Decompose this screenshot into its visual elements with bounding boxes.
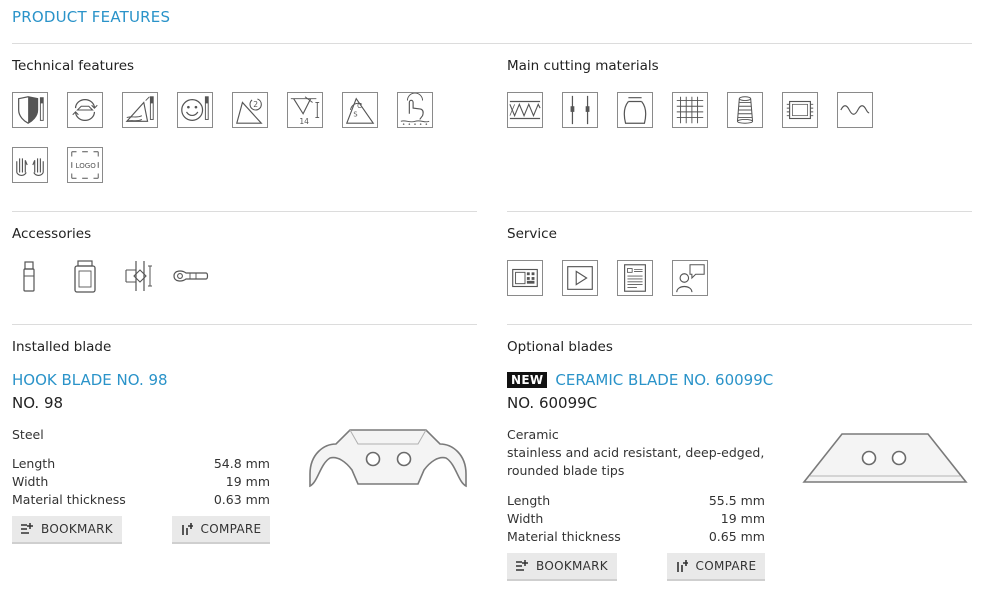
safety-shield-icon[interactable]: [12, 92, 48, 128]
spec-value: 54.8 mm: [213, 456, 270, 471]
spec-value: 0.65 mm: [708, 529, 765, 544]
installed-blade-title: Installed blade: [12, 339, 112, 355]
spec-label: Width: [12, 474, 49, 489]
compare-label: COMPARE: [695, 559, 757, 573]
accessories-title: Accessories: [12, 226, 92, 242]
spec-row-length: Length 55.5 mm: [507, 492, 765, 510]
spec-row-material-thickness: Material thickness 0.65 mm: [507, 528, 765, 546]
bookmark-add-icon: [21, 523, 34, 535]
compare-icon: [676, 560, 688, 572]
depth-label: 14: [299, 117, 309, 126]
page-title: PRODUCT FEATURES: [12, 8, 171, 26]
bookmark-add-icon: [516, 560, 529, 572]
logo-label: LOGO: [76, 161, 97, 170]
spec-row-length: Length 54.8 mm: [12, 455, 270, 473]
video-gallery-icon[interactable]: [507, 260, 543, 296]
installed-blade-material: Steel: [12, 427, 44, 442]
spec-value: 55.5 mm: [708, 493, 765, 508]
touch-surface-icon[interactable]: [397, 92, 433, 128]
bookmark-label: BOOKMARK: [41, 522, 113, 536]
film-icon[interactable]: [782, 92, 818, 128]
spec-row-width: Width 19 mm: [12, 473, 270, 491]
optional-blade-heading: NEW CERAMIC BLADE NO. 60099C: [507, 371, 773, 389]
bag-icon[interactable]: [617, 92, 653, 128]
fabric-icon[interactable]: [672, 92, 708, 128]
cutting-depth-14-icon[interactable]: 14: [287, 92, 323, 128]
spec-label: Material thickness: [507, 529, 621, 544]
auto-retract-icon[interactable]: CS: [342, 92, 378, 128]
bookmark-button[interactable]: BOOKMARK: [507, 553, 617, 581]
cutting-depth-icon[interactable]: [122, 92, 158, 128]
corrugated-cardboard-icon[interactable]: [507, 92, 543, 128]
blade-holder-icon[interactable]: [12, 258, 48, 294]
bookmark-label: BOOKMARK: [536, 559, 608, 573]
datasheet-icon[interactable]: [617, 260, 653, 296]
foil-icon[interactable]: [837, 92, 873, 128]
roll-icon[interactable]: [727, 92, 763, 128]
optional-blade-name-link[interactable]: CERAMIC BLADE NO. 60099C: [555, 371, 773, 389]
bookmark-button[interactable]: BOOKMARK: [12, 516, 122, 544]
contact-person-icon[interactable]: [672, 260, 708, 296]
belt-holster-icon[interactable]: [122, 258, 158, 294]
service-title: Service: [507, 226, 557, 242]
technical-features-title: Technical features: [12, 58, 135, 74]
spec-value: 0.63 mm: [213, 492, 270, 507]
optional-blade-description: stainless and acid resistant, deep-edged…: [507, 445, 765, 460]
installed-blade-name-link[interactable]: HOOK BLADE NO. 98: [12, 371, 168, 389]
spec-value: 19 mm: [720, 511, 765, 526]
lanyard-icon[interactable]: [170, 258, 210, 294]
svg-text:2: 2: [253, 100, 258, 109]
spec-row-material-thickness: Material thickness 0.63 mm: [12, 491, 270, 509]
spec-label: Material thickness: [12, 492, 126, 507]
strapping-icon[interactable]: [562, 92, 598, 128]
divider: [12, 324, 477, 325]
new-badge: NEW: [507, 372, 548, 388]
compare-icon: [181, 523, 193, 535]
play-video-icon[interactable]: [562, 260, 598, 296]
blade-change-rotate-icon[interactable]: [67, 92, 103, 128]
optional-blades-title: Optional blades: [507, 339, 613, 355]
spec-row-width: Width 19 mm: [507, 510, 765, 528]
ambidextrous-icon[interactable]: [12, 147, 48, 183]
divider: [12, 43, 972, 44]
compare-button[interactable]: COMPARE: [172, 516, 270, 544]
divider: [507, 324, 972, 325]
hook-blade-image: [306, 424, 470, 492]
ergonomic-icon[interactable]: [177, 92, 213, 128]
divider: [12, 211, 477, 212]
svg-text:S: S: [353, 111, 357, 119]
spec-label: Length: [507, 493, 551, 508]
spec-label: Length: [12, 456, 56, 471]
optional-blade-description: rounded blade tips: [507, 463, 625, 478]
compare-button[interactable]: COMPARE: [667, 553, 765, 581]
ceramic-blade-image: [802, 430, 968, 486]
optional-blade-material: Ceramic: [507, 427, 559, 442]
spec-label: Width: [507, 511, 544, 526]
compare-label: COMPARE: [200, 522, 262, 536]
optional-blade-number: NO. 60099C: [507, 394, 598, 412]
installed-blade-number: NO. 98: [12, 394, 64, 412]
main-cutting-materials-title: Main cutting materials: [507, 58, 659, 74]
logo-print-icon[interactable]: LOGO: [67, 147, 103, 183]
blade-change-2-icon[interactable]: 2: [232, 92, 268, 128]
blade-dispenser-icon[interactable]: [67, 258, 103, 294]
spec-value: 19 mm: [225, 474, 270, 489]
divider: [507, 211, 972, 212]
